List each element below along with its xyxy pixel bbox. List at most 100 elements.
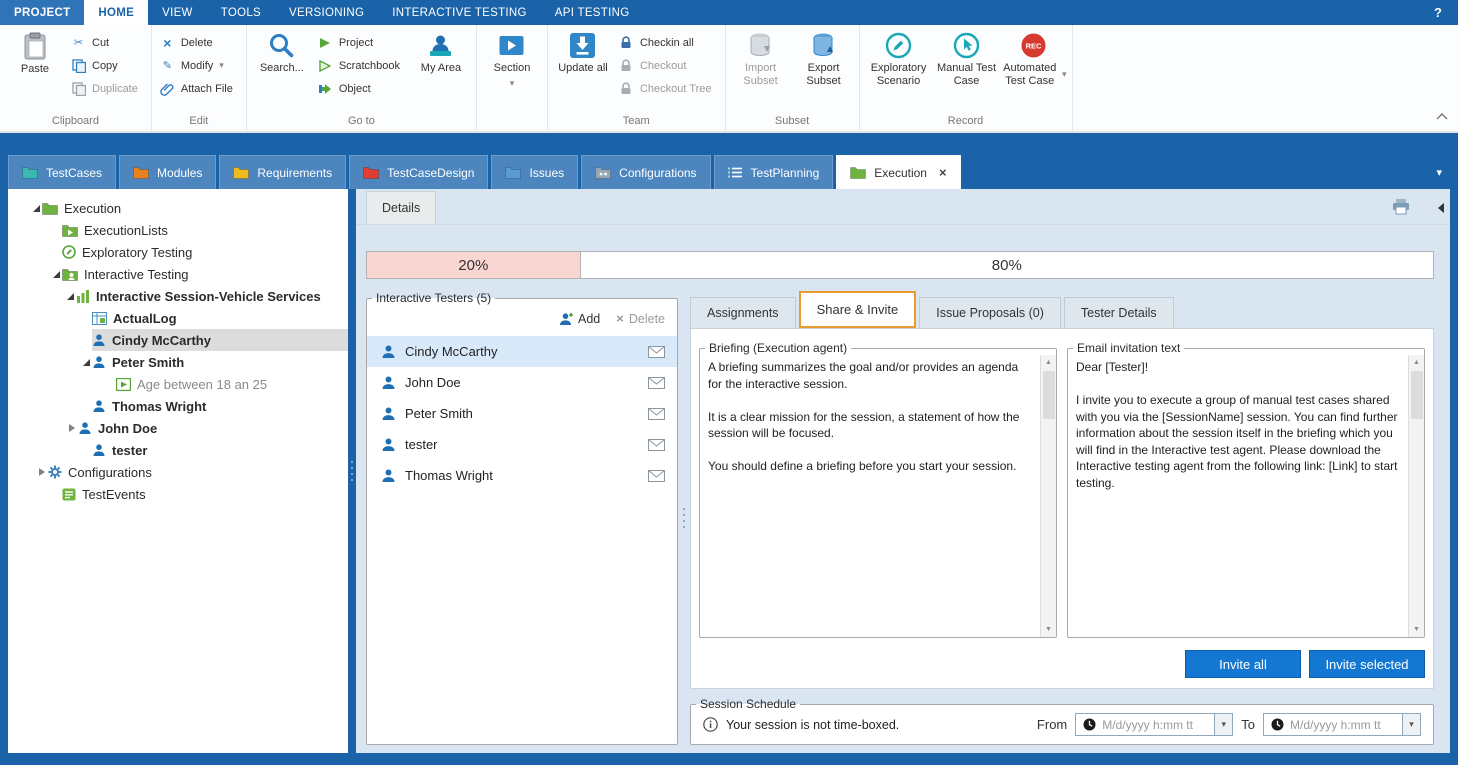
from-date-picker[interactable]: M/d/yyyy h:mm tt ▾ xyxy=(1075,713,1233,736)
tree-item-interactive-testing[interactable]: Interactive Testing xyxy=(8,263,348,285)
menu-home[interactable]: HOME xyxy=(84,0,148,25)
import-subset-button[interactable]: Import Subset xyxy=(731,28,791,113)
tester-row-tester[interactable]: tester xyxy=(367,429,677,460)
delete-button[interactable]: × Delete xyxy=(157,32,241,53)
email-textarea[interactable]: Dear [Tester]! I invite you to execute a… xyxy=(1068,355,1408,637)
tree-item-cindy-mccarthy[interactable]: Cindy McCarthy xyxy=(8,329,348,351)
tab-configurations[interactable]: Configurations xyxy=(581,155,710,189)
scroll-up-icon[interactable]: ▲ xyxy=(1041,355,1056,370)
add-tester-button[interactable]: Add xyxy=(559,312,600,326)
tree-item-age-between[interactable]: Age between 18 an 25 xyxy=(8,373,348,395)
to-date-picker[interactable]: M/d/yyyy h:mm tt ▾ xyxy=(1263,713,1421,736)
export-subset-button[interactable]: Export Subset xyxy=(794,28,854,113)
expand-icon[interactable] xyxy=(66,424,78,432)
copy-button[interactable]: Copy xyxy=(68,55,146,76)
manual-test-case-button[interactable]: Manual Test Case xyxy=(936,28,998,113)
my-area-button[interactable]: My Area xyxy=(411,28,471,113)
tree-item-john-doe[interactable]: John Doe xyxy=(8,417,348,439)
cut-button[interactable]: ✂ Cut xyxy=(68,32,146,53)
tester-row-john[interactable]: John Doe xyxy=(367,367,677,398)
tab-modules[interactable]: Modules xyxy=(119,155,216,189)
goto-project-button[interactable]: Project xyxy=(315,32,408,53)
goto-object-button[interactable]: Object xyxy=(315,78,408,99)
scratchbook-button[interactable]: Scratchbook xyxy=(315,55,408,76)
tree-item-executionlists[interactable]: ExecutionLists xyxy=(8,219,348,241)
expand-icon[interactable] xyxy=(50,271,62,278)
tree-item-configurations[interactable]: Configurations xyxy=(8,461,348,483)
tab-share-invite[interactable]: Share & Invite xyxy=(799,291,917,328)
menu-api-testing[interactable]: API TESTING xyxy=(541,0,644,25)
duplicate-button[interactable]: Duplicate xyxy=(68,78,146,99)
attach-file-button[interactable]: Attach File xyxy=(157,78,241,99)
mail-icon[interactable] xyxy=(648,439,665,451)
section-button[interactable]: Section ▾ xyxy=(482,28,542,113)
tester-row-cindy[interactable]: Cindy McCarthy xyxy=(367,336,677,367)
email-scrollbar[interactable]: ▲ ▼ xyxy=(1408,355,1424,637)
menu-tools[interactable]: TOOLS xyxy=(207,0,275,25)
to-date-dropdown-icon[interactable]: ▾ xyxy=(1402,714,1420,735)
tab-assignments[interactable]: Assignments xyxy=(690,297,796,328)
mail-icon[interactable] xyxy=(648,470,665,482)
automated-test-case-button[interactable]: REC Automated Test Case ▾ xyxy=(1001,28,1067,113)
tree-item-tester[interactable]: tester xyxy=(8,439,348,461)
tree-item-thomas-wright[interactable]: Thomas Wright xyxy=(8,395,348,417)
exploratory-scenario-button[interactable]: Exploratory Scenario xyxy=(865,28,933,113)
collapse-panel-icon[interactable] xyxy=(1438,203,1444,213)
tree-item-peter-smith[interactable]: Peter Smith xyxy=(8,351,348,373)
tester-row-peter[interactable]: Peter Smith xyxy=(367,398,677,429)
invite-selected-button[interactable]: Invite selected xyxy=(1309,650,1425,678)
panel-splitter[interactable] xyxy=(678,291,690,745)
help-icon[interactable]: ? xyxy=(1418,0,1458,25)
tree-item-execution[interactable]: Execution xyxy=(8,197,348,219)
tab-overflow-caret-icon[interactable]: ▾ xyxy=(1436,166,1450,179)
tab-testcases[interactable]: TestCases xyxy=(8,155,116,189)
checkout-button[interactable]: Checkout xyxy=(616,55,720,76)
expand-icon[interactable] xyxy=(64,293,76,300)
delete-tester-button[interactable]: × Delete xyxy=(616,311,665,326)
mail-icon[interactable] xyxy=(648,346,665,358)
tree-item-exploratory-testing[interactable]: Exploratory Testing xyxy=(8,241,348,263)
menu-view[interactable]: VIEW xyxy=(148,0,207,25)
tree-splitter[interactable] xyxy=(348,189,356,753)
menu-project[interactable]: PROJECT xyxy=(0,0,84,25)
person-icon xyxy=(78,421,92,435)
tab-details[interactable]: Details xyxy=(366,191,436,224)
from-date-dropdown-icon[interactable]: ▾ xyxy=(1214,714,1232,735)
checkout-tree-button[interactable]: Checkout Tree xyxy=(616,78,720,99)
expand-icon[interactable] xyxy=(80,359,92,366)
tab-tester-details[interactable]: Tester Details xyxy=(1064,297,1174,328)
delete-x-icon: × xyxy=(616,311,624,326)
close-tab-icon[interactable]: × xyxy=(939,165,947,180)
scroll-down-icon[interactable]: ▼ xyxy=(1409,622,1424,637)
mail-icon[interactable] xyxy=(648,377,665,389)
tab-execution[interactable]: Execution × xyxy=(836,155,960,189)
scroll-thumb[interactable] xyxy=(1411,371,1423,419)
scroll-down-icon[interactable]: ▼ xyxy=(1041,622,1056,637)
mail-icon[interactable] xyxy=(648,408,665,420)
tab-testplanning[interactable]: TestPlanning xyxy=(714,155,834,189)
tree-item-interactive-session[interactable]: Interactive Session-Vehicle Services xyxy=(8,285,348,307)
tab-requirements[interactable]: Requirements xyxy=(219,155,346,189)
briefing-textarea[interactable]: A briefing summarizes the goal and/or pr… xyxy=(700,355,1040,637)
menu-interactive-testing[interactable]: INTERACTIVE TESTING xyxy=(378,0,541,25)
tab-issue-proposals[interactable]: Issue Proposals (0) xyxy=(919,297,1061,328)
modify-button[interactable]: ✎ Modify ▾ xyxy=(157,55,241,76)
checkin-all-button[interactable]: Checkin all xyxy=(616,32,720,53)
menu-versioning[interactable]: VERSIONING xyxy=(275,0,378,25)
update-all-button[interactable]: Update all xyxy=(553,28,613,113)
ribbon-collapse-icon[interactable] xyxy=(1436,107,1448,125)
paste-button[interactable]: Paste xyxy=(5,28,65,113)
tree-item-actuallog[interactable]: ActualLog xyxy=(8,307,348,329)
expand-icon[interactable] xyxy=(30,205,42,212)
tab-testcasedesign[interactable]: TestCaseDesign xyxy=(349,155,488,189)
scroll-up-icon[interactable]: ▲ xyxy=(1409,355,1424,370)
tester-row-thomas[interactable]: Thomas Wright xyxy=(367,460,677,491)
briefing-scrollbar[interactable]: ▲ ▼ xyxy=(1040,355,1056,637)
scroll-thumb[interactable] xyxy=(1043,371,1055,419)
expand-icon[interactable] xyxy=(36,468,48,476)
search-button[interactable]: Search... xyxy=(252,28,312,113)
tree-item-testevents[interactable]: TestEvents xyxy=(8,483,348,505)
invite-all-button[interactable]: Invite all xyxy=(1185,650,1301,678)
tab-issues[interactable]: Issues xyxy=(491,155,578,189)
print-icon[interactable] xyxy=(1392,198,1410,220)
